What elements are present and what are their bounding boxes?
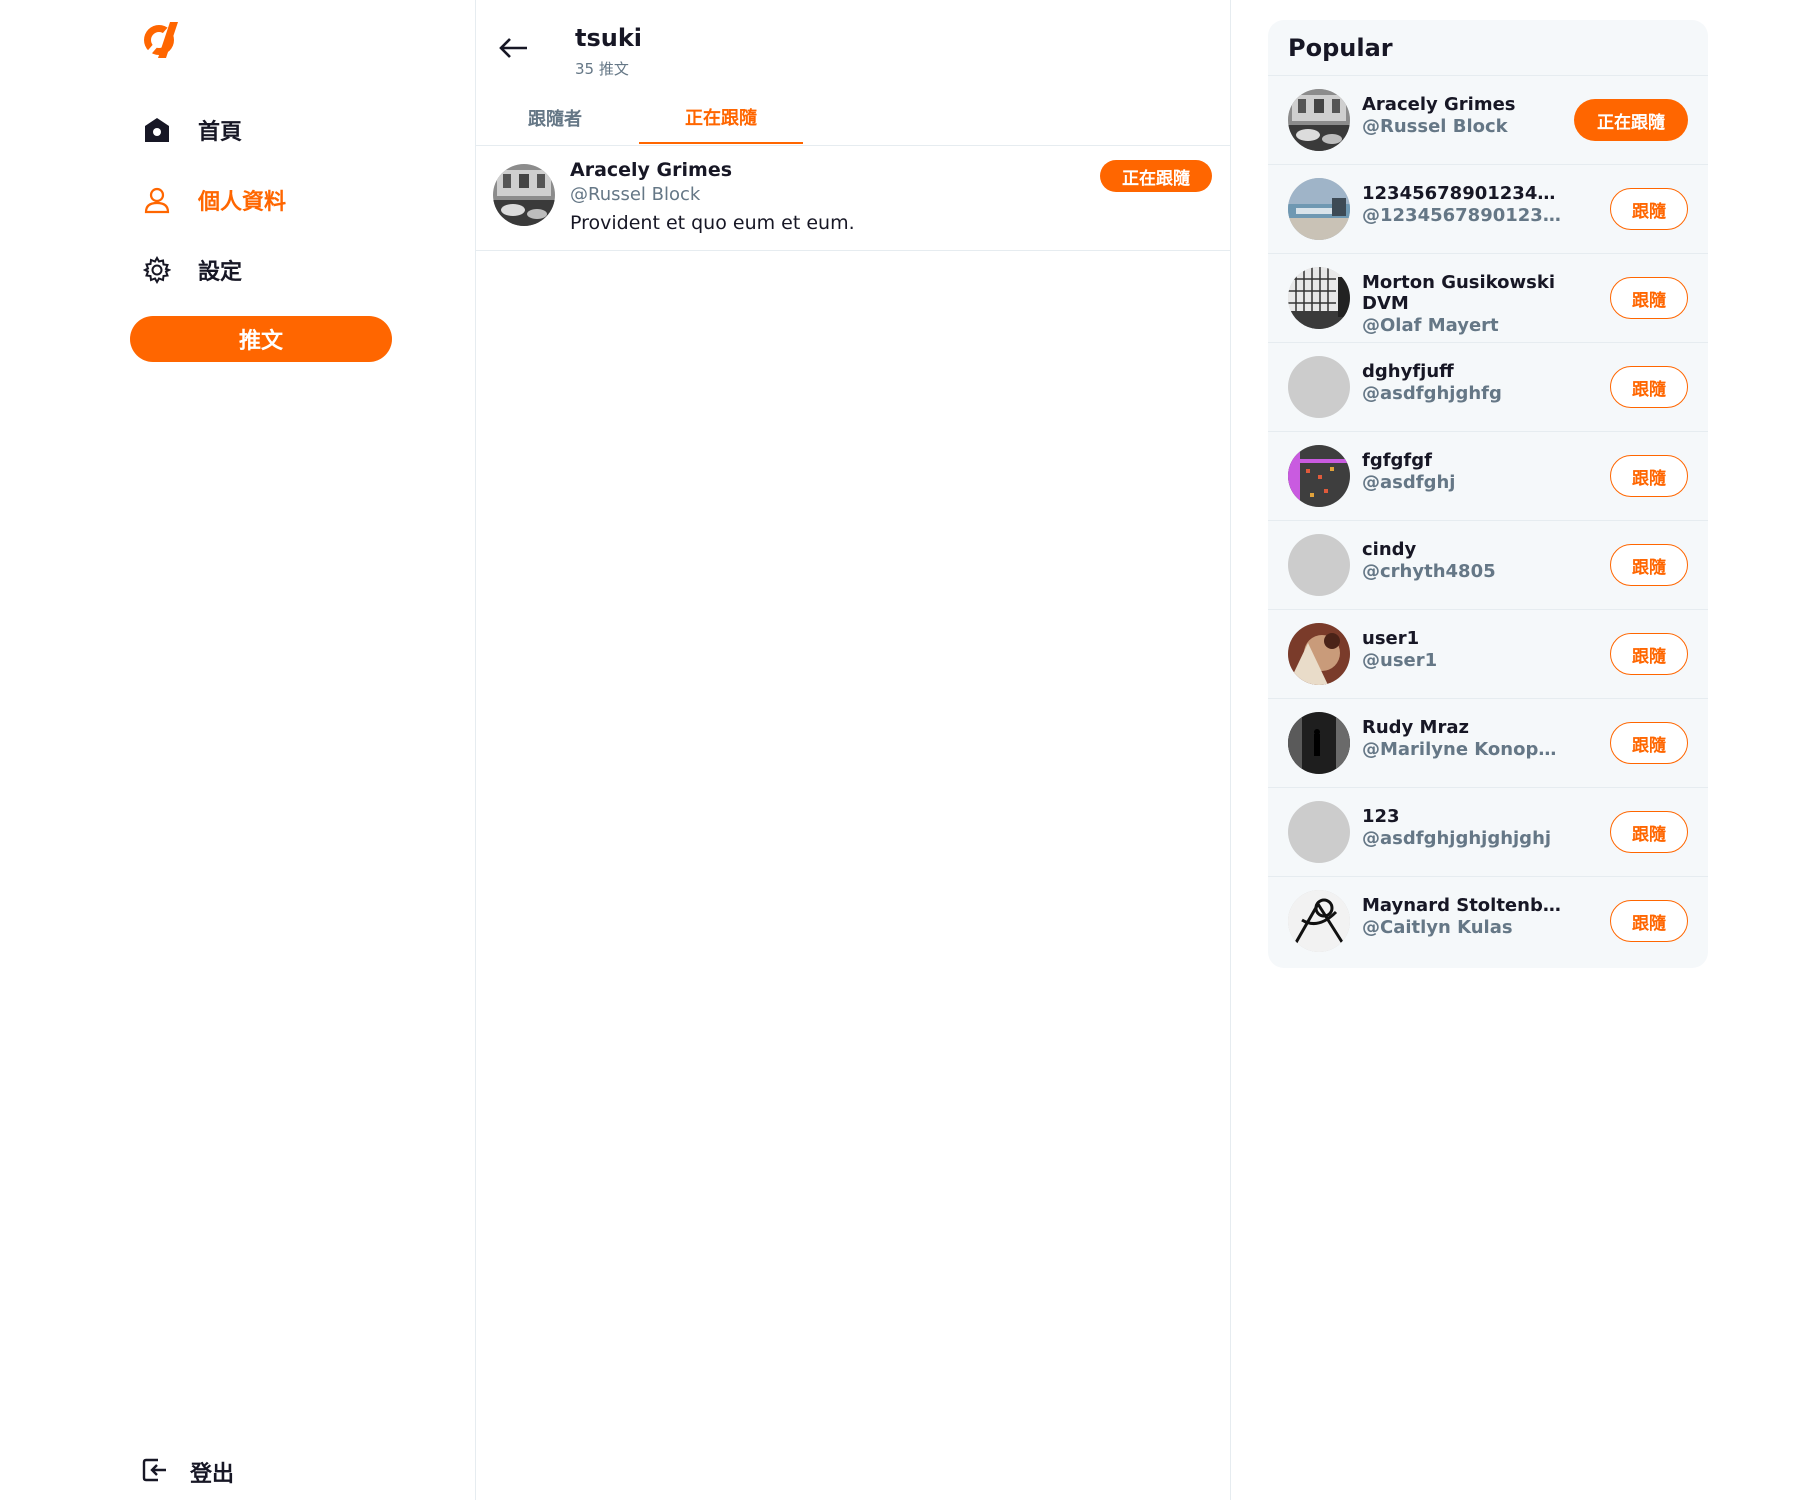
popular-handle: @asdfghjghfg	[1362, 383, 1502, 404]
follow-button[interactable]: 跟隨	[1610, 277, 1688, 319]
gear-icon	[140, 253, 174, 287]
follow-button[interactable]: 跟隨	[1610, 900, 1688, 942]
popular-item[interactable]: Maynard Stoltenberg @Caitlyn Kulas 跟隨	[1268, 876, 1708, 965]
popular-title: Popular	[1288, 34, 1393, 62]
popular-panel: Popular Aracely Grimes @Russel Block 正在跟…	[1268, 20, 1708, 968]
popular-item[interactable]: 123 @asdfghjghjghjghj 跟隨	[1268, 787, 1708, 876]
follow-button[interactable]: 跟隨	[1610, 366, 1688, 408]
avatar[interactable]	[1288, 890, 1350, 952]
popular-name[interactable]: user1	[1362, 628, 1562, 649]
popular-handle: @user1	[1362, 650, 1438, 671]
popular-handle: @Olaf Mayert	[1362, 315, 1499, 336]
avatar[interactable]	[1288, 801, 1350, 863]
popular-item[interactable]: fgfgfgf @asdfghj 跟隨	[1268, 431, 1708, 520]
popular-item[interactable]: dghyfjuff @asdfghjghfg 跟隨	[1268, 342, 1708, 431]
popular-item[interactable]: Morton Gusikowski DVM @Olaf Mayert 跟隨	[1268, 253, 1708, 342]
avatar[interactable]	[1288, 267, 1350, 329]
user-bio: Provident et quo eum et eum.	[570, 212, 855, 234]
popular-handle: @Caitlyn Kulas	[1362, 917, 1513, 938]
page-title: tsuki	[575, 24, 643, 52]
list-item[interactable]: Aracely Grimes @Russel Block Provident e…	[475, 146, 1230, 251]
popular-handle: @Marilyne Konopelski	[1362, 739, 1562, 760]
popular-name[interactable]: cindy	[1362, 539, 1562, 560]
popular-handle: @Russel Block	[1362, 116, 1508, 137]
main-column: tsuki 35 推文 跟隨者 正在跟隨 Aracely Grimes @Rus…	[475, 0, 1231, 1500]
popular-handle: @asdfghjghjghjghj	[1362, 828, 1552, 849]
popular-name[interactable]: fgfgfgf	[1362, 450, 1562, 471]
popular-name[interactable]: 123	[1362, 806, 1562, 827]
home-icon	[140, 113, 174, 147]
tweet-button[interactable]: 推文	[130, 316, 392, 362]
logout-label: 登出	[190, 1462, 235, 1487]
avatar[interactable]	[1288, 712, 1350, 774]
follow-button[interactable]: 跟隨	[1610, 544, 1688, 586]
popular-name[interactable]: Rudy Mraz	[1362, 717, 1562, 738]
popular-item[interactable]: cindy @crhyth4805 跟隨	[1268, 520, 1708, 609]
avatar[interactable]	[493, 164, 555, 226]
follow-button[interactable]: 跟隨	[1610, 455, 1688, 497]
popular-handle: @crhyth4805	[1362, 561, 1496, 582]
user-handle: @Russel Block	[570, 184, 701, 205]
arrow-left-icon[interactable]	[495, 33, 531, 63]
popular-name[interactable]: dghyfjuff	[1362, 361, 1562, 382]
logout-button[interactable]: 登出	[140, 1452, 234, 1492]
follow-button[interactable]: 跟隨	[1610, 188, 1688, 230]
popular-handle: @asdfghj	[1362, 472, 1456, 493]
alpha-logo-icon[interactable]	[140, 18, 182, 60]
avatar[interactable]	[1288, 623, 1350, 685]
popular-item[interactable]: Rudy Mraz @Marilyne Konopelski 跟隨	[1268, 698, 1708, 787]
following-button[interactable]: 正在跟隨	[1100, 160, 1212, 192]
avatar[interactable]	[1288, 178, 1350, 240]
tweet-count: 35 推文	[575, 60, 629, 78]
popular-handle: @123456789012345...	[1362, 205, 1562, 226]
nav-home-label: 首頁	[198, 120, 243, 145]
popular-name[interactable]: Maynard Stoltenberg	[1362, 895, 1562, 916]
popular-item[interactable]: 12345678901234567... @123456789012345...…	[1268, 164, 1708, 253]
tab-followers[interactable]: 跟隨者	[495, 92, 615, 144]
nav-settings-label: 設定	[198, 260, 243, 285]
nav-settings[interactable]: 設定	[140, 250, 242, 290]
user-icon	[140, 183, 174, 217]
popular-item[interactable]: Aracely Grimes @Russel Block 正在跟隨	[1268, 75, 1708, 164]
nav-home[interactable]: 首頁	[140, 110, 242, 150]
follow-button[interactable]: 跟隨	[1610, 811, 1688, 853]
logout-icon	[140, 1456, 168, 1488]
avatar[interactable]	[1288, 534, 1350, 596]
avatar[interactable]	[1288, 89, 1350, 151]
popular-name[interactable]: Aracely Grimes	[1362, 94, 1562, 115]
follow-button[interactable]: 跟隨	[1610, 633, 1688, 675]
follow-button[interactable]: 跟隨	[1610, 722, 1688, 764]
avatar[interactable]	[1288, 445, 1350, 507]
user-name[interactable]: Aracely Grimes	[570, 159, 732, 181]
left-sidebar: 首頁 個人資料 設定 推文 登出	[0, 0, 476, 1500]
nav-profile[interactable]: 個人資料	[140, 180, 286, 220]
popular-name[interactable]: 12345678901234567...	[1362, 183, 1562, 204]
popular-name[interactable]: Morton Gusikowski DVM	[1362, 272, 1562, 314]
avatar[interactable]	[1288, 356, 1350, 418]
popular-item[interactable]: user1 @user1 跟隨	[1268, 609, 1708, 698]
nav-profile-label: 個人資料	[198, 190, 287, 215]
tab-following[interactable]: 正在跟隨	[639, 92, 803, 144]
popular-list: Aracely Grimes @Russel Block 正在跟隨 123456…	[1268, 75, 1708, 965]
following-button[interactable]: 正在跟隨	[1574, 99, 1688, 141]
